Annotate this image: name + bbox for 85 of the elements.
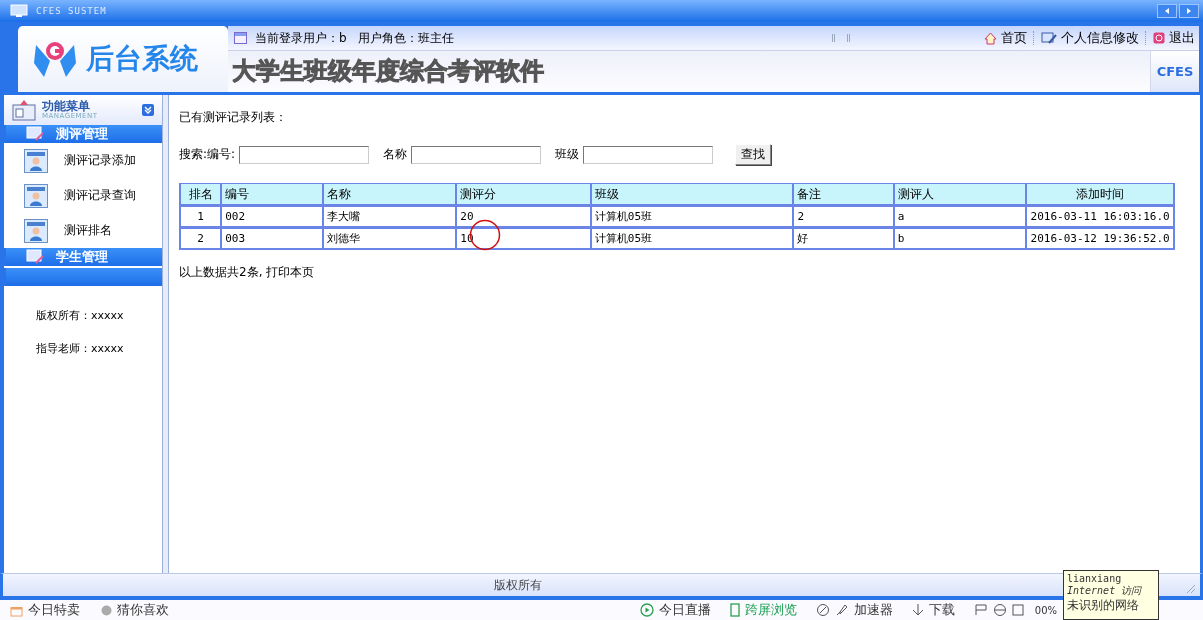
user-card-icon xyxy=(24,148,48,173)
table-cell: 003 xyxy=(221,227,323,249)
download-icon xyxy=(911,603,924,617)
monitor-icon xyxy=(10,4,28,18)
section-icon xyxy=(26,249,44,265)
window-icon[interactable] xyxy=(1011,604,1024,616)
column-header: 排名 xyxy=(180,183,222,206)
flag-icon[interactable] xyxy=(973,604,988,616)
search-field[interactable] xyxy=(411,145,542,164)
menu-item[interactable]: 测评排名 xyxy=(64,222,112,239)
dot-icon xyxy=(101,604,112,616)
zoom-level[interactable]: 00% xyxy=(1034,604,1057,616)
column-header: 班级 xyxy=(590,183,794,206)
table-cell: 1 xyxy=(180,205,222,228)
resize-grip-icon[interactable] xyxy=(1186,584,1196,594)
section-icon xyxy=(26,126,44,142)
table-cell: 好 xyxy=(793,227,894,249)
column-header: 编号 xyxy=(221,183,323,206)
header-link[interactable]: 个人信息修改 xyxy=(1061,29,1139,47)
field-label: 名称 xyxy=(383,146,408,163)
section-header[interactable]: 测评管理 xyxy=(4,125,162,143)
user-card-icon xyxy=(24,218,48,243)
table-cell: 刘德华 xyxy=(322,227,457,249)
status-link[interactable]: 加速器 xyxy=(853,601,893,619)
table-cell: b xyxy=(893,227,1027,249)
tooltip-title: lianxiang xyxy=(1067,573,1122,585)
logo-text: 后台系统 xyxy=(86,41,198,77)
table-cell: 2016-03-11 16:03:16.0 xyxy=(1026,205,1174,228)
app-title: 大学生班级年度综合考评软件 xyxy=(231,56,544,87)
scroll-right-button[interactable] xyxy=(1179,4,1199,18)
browser-icon[interactable] xyxy=(992,603,1007,617)
logo-icon xyxy=(32,39,78,79)
play-icon xyxy=(639,603,654,617)
window-title: CFES SUSTEM xyxy=(36,6,107,16)
column-header: 测评分 xyxy=(456,183,591,206)
window-icon xyxy=(234,32,247,44)
scroll-left-button[interactable] xyxy=(1157,4,1177,18)
table-cell: 计算机05班 xyxy=(590,205,794,228)
column-header: 备注 xyxy=(793,183,894,206)
menu-title: 功能菜单 xyxy=(42,100,90,113)
table-cell: a xyxy=(893,205,1027,228)
power-icon xyxy=(1153,32,1165,44)
table-cell: 2 xyxy=(793,205,894,228)
field-label: 搜索:编号: xyxy=(179,146,236,163)
credit-text: 指导老师：xxxxx xyxy=(36,341,125,356)
home-icon xyxy=(984,31,997,45)
brand-badge: CFES xyxy=(1150,51,1199,92)
table-cell: 李大嘴 xyxy=(322,205,457,228)
footer-text: 版权所有 xyxy=(494,576,542,594)
left-arrow-icon xyxy=(1163,7,1171,15)
right-arrow-icon xyxy=(1185,7,1193,15)
user-card-icon xyxy=(24,183,48,208)
menu-icon xyxy=(12,99,36,121)
table-cell: 20 xyxy=(456,205,591,228)
phone-icon xyxy=(729,603,740,617)
table-cell: 计算机05班 xyxy=(590,227,794,249)
search-field[interactable] xyxy=(583,145,714,164)
status-link[interactable]: 今日特卖 xyxy=(28,601,80,619)
section-header[interactable]: 学生管理 xyxy=(4,248,162,266)
column-header: 名称 xyxy=(322,183,457,206)
credit-text: 版权所有：xxxxx xyxy=(36,308,125,323)
user-info: 当前登录用户：b 用户角色：班主任 xyxy=(255,29,455,47)
header-link[interactable]: 退出 xyxy=(1169,29,1195,47)
menu-item[interactable]: 测评记录添加 xyxy=(64,152,136,169)
column-header: 添加时间 xyxy=(1026,183,1174,206)
column-header: 测评人 xyxy=(893,183,1027,206)
list-heading: 已有测评记录列表： xyxy=(179,109,287,126)
summary-text: 以上数据共2条, 打印本页 xyxy=(179,264,315,281)
table-cell: 2016-03-12 19:36:52.0 xyxy=(1026,227,1174,249)
tooltip-text: 未识别的网络 xyxy=(1067,599,1140,613)
status-link[interactable]: 下载 xyxy=(928,601,955,619)
search-field[interactable] xyxy=(239,145,370,164)
tooltip-subtitle: Internet 访问 xyxy=(1067,584,1143,596)
collapse-icon[interactable] xyxy=(142,104,154,116)
menu-item[interactable]: 测评记录查询 xyxy=(64,187,136,204)
edit-icon xyxy=(1041,31,1057,45)
grip-icon xyxy=(832,34,851,42)
status-link[interactable]: 猜你喜欢 xyxy=(117,601,169,619)
splitter-handle[interactable] xyxy=(162,95,169,573)
header-link[interactable]: 首页 xyxy=(1001,29,1027,47)
field-label: 班级 xyxy=(555,146,580,163)
table-cell: 002 xyxy=(221,205,323,228)
table-cell: 2 xyxy=(180,227,222,249)
status-link[interactable]: 今日直播 xyxy=(658,601,711,619)
find-button[interactable]: 查找 xyxy=(735,144,772,165)
